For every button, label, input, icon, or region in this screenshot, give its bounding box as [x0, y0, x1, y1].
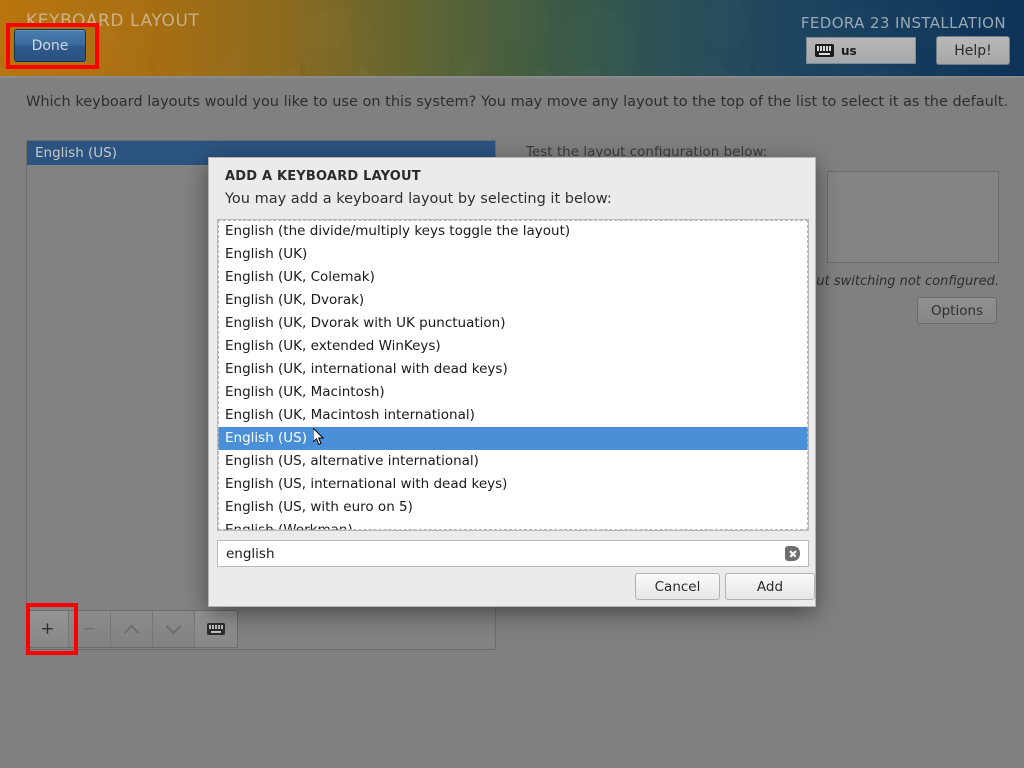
move-up-button[interactable]	[111, 611, 153, 647]
list-item[interactable]: English (UK, Dvorak with UK punctuation)	[218, 312, 808, 335]
search-row	[217, 540, 809, 567]
list-item[interactable]: English (US, international with dead key…	[218, 473, 808, 496]
list-item[interactable]: English (UK, Colemak)	[218, 266, 808, 289]
clear-text-icon[interactable]	[785, 546, 800, 561]
list-item[interactable]: English (UK, Dvorak)	[218, 289, 808, 312]
keyboard-layout-indicator-label: us	[841, 44, 857, 58]
list-item[interactable]: English (UK, extended WinKeys)	[218, 335, 808, 358]
minus-icon: −	[82, 619, 96, 639]
list-item[interactable]: English (UK)	[218, 243, 808, 266]
move-down-button[interactable]	[153, 611, 195, 647]
list-item[interactable]: English (UK, Macintosh)	[218, 381, 808, 404]
page-title: KEYBOARD LAYOUT	[26, 11, 200, 31]
add-button[interactable]: Add	[725, 573, 815, 600]
instruction-text: Which keyboard layouts would you like to…	[26, 94, 1008, 110]
list-item[interactable]: English (US, with euro on 5)	[218, 496, 808, 519]
keyboard-layout-indicator[interactable]: us	[806, 37, 916, 64]
list-item[interactable]: English (US, alternative international)	[218, 450, 808, 473]
add-keyboard-layout-dialog: ADD A KEYBOARD LAYOUT You may add a keyb…	[208, 157, 816, 607]
dialog-subtitle: You may add a keyboard layout by selecti…	[225, 191, 612, 207]
test-layout-input[interactable]	[827, 171, 999, 263]
keyboard-icon	[815, 44, 834, 57]
cancel-button[interactable]: Cancel	[635, 573, 720, 600]
dialog-title: ADD A KEYBOARD LAYOUT	[225, 169, 421, 184]
installation-title: FEDORA 23 INSTALLATION	[801, 14, 1006, 32]
list-item[interactable]: English (UK, international with dead key…	[218, 358, 808, 381]
search-input[interactable]	[218, 541, 785, 566]
list-item[interactable]: English (UK, Macintosh international)	[218, 404, 808, 427]
plus-icon: +	[40, 619, 54, 639]
list-item[interactable]: English (Workman)	[218, 519, 808, 531]
chevron-up-icon	[124, 624, 140, 640]
layout-toolbar: + −	[26, 610, 238, 648]
layout-switching-note: Layout switching not configured.	[786, 274, 999, 289]
list-item[interactable]: English (the divide/multiply keys toggle…	[218, 220, 808, 243]
app-header: KEYBOARD LAYOUT FEDORA 23 INSTALLATION D…	[0, 0, 1024, 78]
done-button-wrapper: Done	[14, 29, 86, 62]
options-button[interactable]: Options	[917, 297, 997, 324]
add-layout-button[interactable]: +	[27, 611, 69, 647]
help-button[interactable]: Help!	[936, 36, 1010, 65]
keyboard-icon	[207, 623, 225, 635]
list-item[interactable]: English (US)	[218, 427, 808, 450]
chevron-down-icon	[166, 618, 182, 634]
remove-layout-button[interactable]: −	[69, 611, 111, 647]
done-button[interactable]: Done	[14, 29, 86, 62]
preview-keyboard-button[interactable]	[195, 611, 237, 647]
keyboard-layout-list[interactable]: English (the divide/multiply keys toggle…	[217, 219, 809, 531]
